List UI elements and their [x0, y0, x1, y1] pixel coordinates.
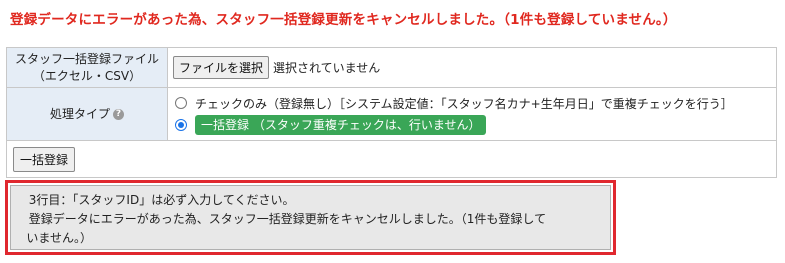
error-line-3: いません。） [26, 231, 93, 245]
file-label-line1: スタッフ一括登録ファイル [14, 51, 159, 66]
file-status-text: 選択されていません [273, 61, 381, 75]
process-type-options: チェックのみ（登録無し）［システム設定値：「スタッフ名カナ+生年月日」で重複チェ… [167, 87, 777, 141]
top-error-message: 登録データにエラーがあった為、スタッフ一括登録更新をキャンセルしました。（1件も… [10, 12, 677, 28]
file-row: スタッフ一括登録ファイル （エクセル・CSV） ファイルを選択 選択されていません [6, 47, 777, 88]
radio-bulk-register[interactable] [175, 119, 187, 131]
option-bulk-register[interactable]: 一括登録 （スタッフ重複チェックは、行いません） [173, 114, 771, 136]
process-type-label-cell: 処理タイプ? [6, 87, 168, 141]
process-type-label: 処理タイプ [49, 106, 110, 121]
file-cell: ファイルを選択 選択されていません [167, 47, 777, 88]
bulk-register-button[interactable]: 一括登録 [13, 146, 76, 172]
submit-cell: 一括登録 [6, 140, 777, 178]
question-circle-icon[interactable]: ? [113, 108, 124, 120]
option-bulk-register-label: 一括登録 （スタッフ重複チェックは、行いません） [195, 115, 487, 135]
error-line-1: 3行目：「スタッフID」は必ず入力してください。 [28, 193, 295, 207]
upload-form: スタッフ一括登録ファイル （エクセル・CSV） ファイルを選択 選択されていません… [6, 47, 777, 178]
file-label: スタッフ一括登録ファイル （エクセル・CSV） [6, 47, 168, 88]
file-label-line2: （エクセル・CSV） [32, 68, 142, 83]
option-check-only[interactable]: チェックのみ（登録無し）［システム設定値：「スタッフ名カナ+生年月日」で重複チェ… [173, 92, 771, 114]
error-message-box: 3行目：「スタッフID」は必ず入力してください。 登録データにエラーがあった為、… [5, 180, 616, 255]
process-type-row: 処理タイプ? チェックのみ（登録無し）［システム設定値：「スタッフ名カナ+生年月… [6, 87, 777, 141]
choose-file-button[interactable]: ファイルを選択 [173, 56, 270, 79]
error-line-2: 登録データにエラーがあった為、スタッフ一括登録更新をキャンセルしました。（1件も… [28, 212, 547, 226]
radio-check-only[interactable] [175, 97, 187, 109]
option-check-only-label: チェックのみ（登録無し）［システム設定値：「スタッフ名カナ+生年月日」で重複チェ… [195, 96, 733, 111]
submit-row: 一括登録 [6, 140, 777, 178]
error-message-content: 3行目：「スタッフID」は必ず入力してください。 登録データにエラーがあった為、… [10, 185, 611, 250]
